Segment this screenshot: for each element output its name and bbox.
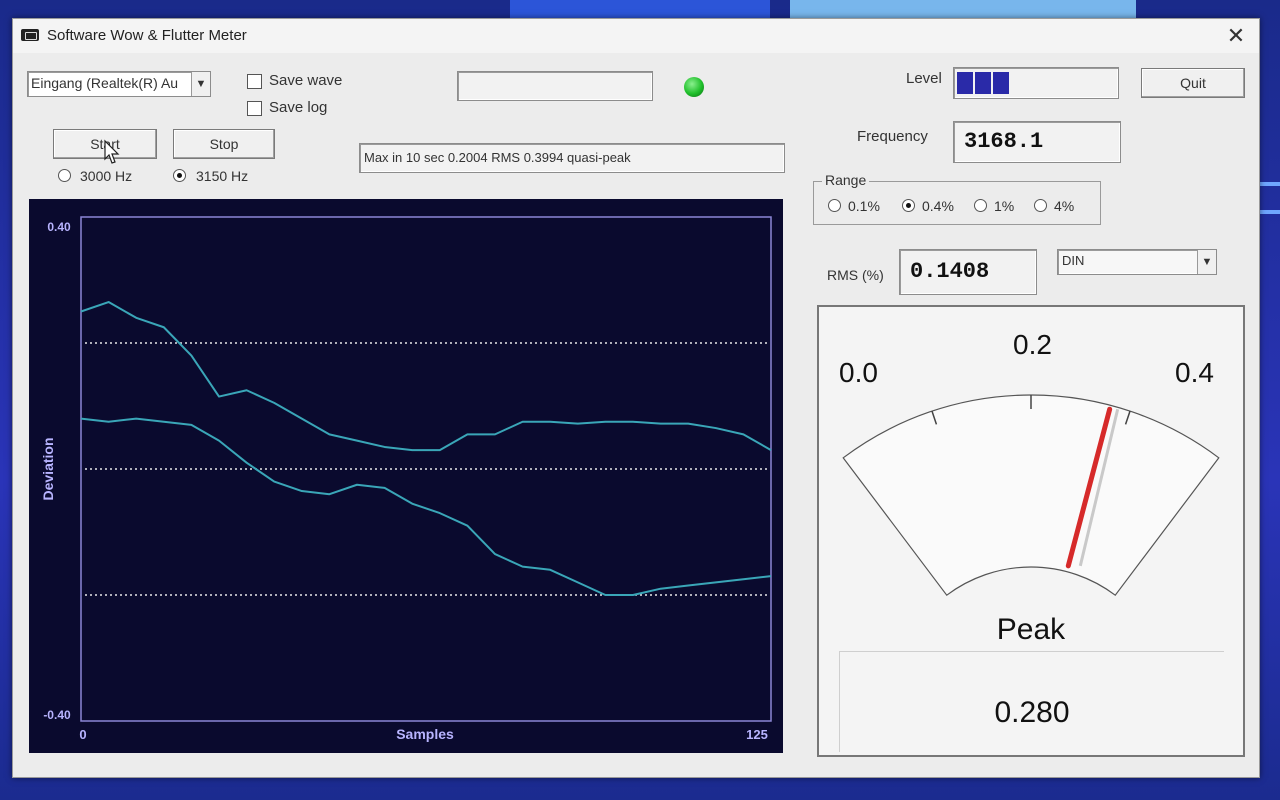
progress-box <box>457 71 653 101</box>
series-line <box>80 417 772 596</box>
save-log-checkbox[interactable] <box>247 101 262 116</box>
range-radio-0-4[interactable] <box>902 199 915 212</box>
desktop-strip <box>1260 210 1280 214</box>
quit-button[interactable]: Quit <box>1141 68 1245 98</box>
y-axis-label: Deviation <box>40 437 56 500</box>
range-option-label: 1% <box>994 198 1015 214</box>
mouse-cursor-icon <box>104 139 120 164</box>
input-device-select[interactable]: Eingang (Realtek(R) Au ▼ <box>27 71 211 97</box>
range-option-label: 0.4% <box>922 198 954 214</box>
range-group: Range 0.1% 0.4% 1% 4% <box>813 172 1101 225</box>
close-icon[interactable]: ✕ <box>1223 23 1249 49</box>
app-window: Software Wow & Flutter Meter ✕ Eingang (… <box>12 18 1260 778</box>
desktop-strip <box>1260 182 1280 186</box>
weighting-select[interactable]: DIN ▼ <box>1057 249 1217 275</box>
save-log-label: Save log <box>269 99 328 116</box>
level-segment <box>975 72 991 94</box>
range-option-label: 4% <box>1054 198 1075 214</box>
y-top-tick: 0.40 <box>47 220 71 234</box>
title-bar: Software Wow & Flutter Meter ✕ <box>13 19 1259 53</box>
rms-display: 0.1408 <box>899 249 1037 295</box>
peak-display: 0.280 <box>839 651 1224 752</box>
deviation-chart: 0.40 -0.40 0 125 Samples Deviation <box>29 199 783 753</box>
desktop-strip <box>510 0 770 18</box>
series-line <box>80 301 772 452</box>
meter-face <box>842 394 1220 597</box>
chevron-down-icon: ▼ <box>1197 250 1216 274</box>
frequency-value: 3168.1 <box>964 129 1044 154</box>
peak-value: 0.280 <box>994 696 1070 729</box>
x-right-tick: 125 <box>746 727 768 742</box>
radio-3000hz[interactable] <box>58 169 71 182</box>
y-bottom-tick: -0.40 <box>43 708 71 722</box>
status-message: Max in 10 sec 0.2004 RMS 0.3994 quasi-pe… <box>364 150 631 165</box>
level-segment <box>993 72 1009 94</box>
range-label: Range <box>822 172 870 188</box>
level-segment <box>957 72 973 94</box>
window-title: Software Wow & Flutter Meter <box>47 27 247 44</box>
level-meter <box>953 67 1119 99</box>
rms-value: 0.1408 <box>910 259 990 284</box>
radio-3150hz-label: 3150 Hz <box>196 168 249 184</box>
x-axis-label: Samples <box>396 726 454 742</box>
frequency-label: Frequency <box>857 128 928 145</box>
input-device-value: Eingang (Realtek(R) Au <box>31 75 179 91</box>
save-wave-checkbox[interactable] <box>247 74 262 89</box>
meter-panel: 0.0 0.2 0.4 Peak 0.280 <box>817 305 1245 757</box>
desktop-strip <box>790 0 1136 18</box>
range-radio-4[interactable] <box>1034 199 1047 212</box>
weighting-value: DIN <box>1062 253 1085 268</box>
frequency-display: 3168.1 <box>953 121 1121 163</box>
range-option-label: 0.1% <box>848 198 880 214</box>
save-wave-label: Save wave <box>269 72 343 89</box>
status-message-box: Max in 10 sec 0.2004 RMS 0.3994 quasi-pe… <box>359 143 785 173</box>
level-label: Level <box>906 70 942 87</box>
meter-dial <box>842 394 1220 597</box>
stop-button[interactable]: Stop <box>173 129 275 159</box>
meter-mode-label: Peak <box>996 613 1066 646</box>
chart-svg: 0.40 -0.40 0 125 Samples Deviation <box>40 216 772 742</box>
x-left-tick: 0 <box>79 727 86 742</box>
app-icon <box>21 29 39 41</box>
rms-label: RMS (%) <box>827 267 884 283</box>
range-radio-1[interactable] <box>974 199 987 212</box>
chevron-down-icon: ▼ <box>191 72 210 96</box>
range-radio-0-1[interactable] <box>828 199 841 212</box>
status-led-icon <box>684 77 704 97</box>
radio-3000hz-label: 3000 Hz <box>80 168 133 184</box>
radio-3150hz[interactable] <box>173 169 186 182</box>
